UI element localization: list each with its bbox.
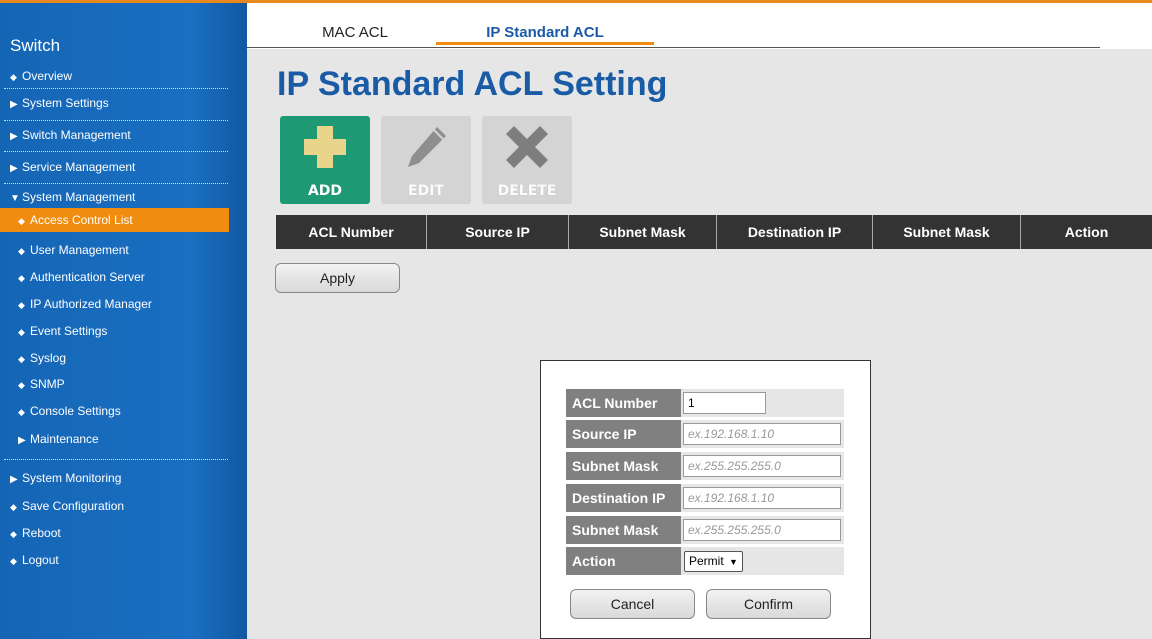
form-row-source-mask: Subnet Mask: [566, 452, 844, 480]
delete-label: DELETE: [497, 183, 557, 199]
sidebar-separator: [4, 459, 228, 460]
sidebar-separator: [4, 120, 228, 121]
sidebar-item-maintenance[interactable]: ▶ Maintenance: [0, 426, 229, 452]
sidebar-item-console-settings[interactable]: ◆ Console Settings: [0, 398, 229, 424]
sidebar-separator: [4, 88, 228, 89]
bullet-icon: ◆: [10, 529, 17, 539]
destination-ip-input[interactable]: [683, 487, 841, 509]
x-icon: [506, 126, 548, 168]
sidebar-item-overview[interactable]: ◆ Overview: [0, 63, 229, 89]
tab-ip-standard-acl[interactable]: IP Standard ACL: [436, 21, 654, 45]
action-label: Action: [566, 547, 681, 575]
expand-arrow-icon: ▶: [10, 131, 18, 142]
expand-arrow-icon: ▶: [10, 99, 18, 110]
sidebar-item-reboot[interactable]: ◆ Reboot: [0, 520, 229, 546]
sidebar-item-user-management[interactable]: ◆ User Management: [0, 237, 229, 263]
sidebar-item-service-management[interactable]: ▶ Service Management: [0, 154, 229, 180]
bullet-icon: ◆: [18, 327, 25, 337]
tab-divider: [247, 47, 1100, 48]
bullet-icon: ◆: [18, 246, 25, 256]
add-button[interactable]: ADD: [280, 116, 370, 204]
chevron-down-icon: ▼: [729, 557, 738, 567]
destination-ip-label: Destination IP: [566, 484, 681, 512]
bullet-icon: ◆: [10, 556, 17, 566]
sidebar-item-system-monitoring[interactable]: ▶ System Monitoring: [0, 465, 229, 491]
pencil-icon: [408, 127, 446, 167]
sidebar-item-authentication-server[interactable]: ◆ Authentication Server: [0, 264, 229, 290]
sidebar-item-save-configuration[interactable]: ◆ Save Configuration: [0, 493, 229, 519]
action-select[interactable]: Permit ▼: [684, 551, 743, 572]
cancel-button[interactable]: Cancel: [570, 589, 695, 619]
sidebar-item-access-control-list[interactable]: ◆ Access Control List: [0, 208, 229, 232]
destination-mask-label: Subnet Mask: [566, 516, 681, 544]
source-ip-label: Source IP: [566, 420, 681, 448]
form-row-destination-ip: Destination IP: [566, 484, 844, 512]
form-row-destination-mask: Subnet Mask: [566, 516, 844, 544]
bullet-icon: ◆: [18, 354, 25, 364]
sidebar-title: Switch: [10, 36, 61, 55]
bullet-icon: ◆: [18, 407, 25, 417]
source-ip-input[interactable]: [683, 423, 841, 445]
sidebar-item-event-settings[interactable]: ◆ Event Settings: [0, 318, 229, 344]
bullet-icon: ◆: [18, 380, 25, 390]
tab-bar: MAC ACL IP Standard ACL: [247, 3, 1152, 49]
edit-button[interactable]: EDIT: [381, 116, 471, 204]
column-header-action: Action: [1064, 224, 1109, 240]
edit-label: EDIT: [408, 183, 444, 199]
confirm-button[interactable]: Confirm: [706, 589, 831, 619]
expand-arrow-icon: ▶: [10, 163, 18, 174]
plus-icon: [304, 126, 346, 168]
main-content: MAC ACL IP Standard ACL IP Standard ACL …: [247, 3, 1152, 639]
acl-table-header: ACL Number Source IP Subnet Mask Destina…: [276, 215, 1152, 249]
page-title: IP Standard ACL Setting: [277, 65, 668, 103]
collapse-arrow-icon: ▼: [10, 193, 20, 204]
sidebar-item-system-settings[interactable]: ▶ System Settings: [0, 90, 229, 116]
column-header-subnet-mask: Subnet Mask: [599, 224, 686, 240]
sidebar-separator: [4, 183, 228, 184]
action-select-value: Permit: [689, 554, 724, 568]
column-header-source-ip: Source IP: [465, 224, 530, 240]
form-row-action: Action Permit ▼: [566, 547, 844, 575]
bullet-icon: ◆: [10, 502, 17, 512]
form-row-acl-number: ACL Number: [566, 389, 844, 417]
sidebar-item-snmp[interactable]: ◆ SNMP: [0, 371, 229, 397]
expand-arrow-icon: ▶: [10, 474, 18, 485]
column-header-acl-number: ACL Number: [308, 224, 394, 240]
add-acl-dialog: ACL Number Source IP Subnet Mask Destina…: [540, 360, 871, 639]
apply-button[interactable]: Apply: [275, 263, 400, 293]
sidebar-item-switch-management[interactable]: ▶ Switch Management: [0, 122, 229, 148]
delete-button[interactable]: DELETE: [482, 116, 572, 204]
column-header-subnet-mask-2: Subnet Mask: [903, 224, 990, 240]
destination-mask-input[interactable]: [683, 519, 841, 541]
sidebar-item-system-management[interactable]: ▼ System Management: [0, 187, 229, 207]
form-row-source-ip: Source IP: [566, 420, 844, 448]
acl-number-label: ACL Number: [566, 389, 681, 417]
sidebar-item-ip-authorized-manager[interactable]: ◆ IP Authorized Manager: [0, 291, 229, 317]
bullet-icon: ◆: [18, 216, 25, 226]
sidebar-item-syslog[interactable]: ◆ Syslog: [0, 345, 229, 371]
sidebar-separator: [4, 151, 228, 152]
expand-arrow-icon: ▶: [18, 435, 26, 446]
add-label: ADD: [307, 183, 343, 199]
source-mask-input[interactable]: [683, 455, 841, 477]
acl-number-input[interactable]: [683, 392, 766, 414]
sidebar: Switch ◆ Overview ▶ System Settings ▶ Switc…: [0, 3, 247, 639]
column-header-destination-ip: Destination IP: [747, 224, 842, 240]
bullet-icon: ◆: [18, 273, 25, 283]
tab-mac-acl[interactable]: MAC ACL: [285, 21, 425, 45]
bullet-icon: ◆: [18, 300, 25, 310]
sidebar-item-logout[interactable]: ◆ Logout: [0, 547, 229, 573]
source-mask-label: Subnet Mask: [566, 452, 681, 480]
bullet-icon: ◆: [10, 72, 17, 82]
